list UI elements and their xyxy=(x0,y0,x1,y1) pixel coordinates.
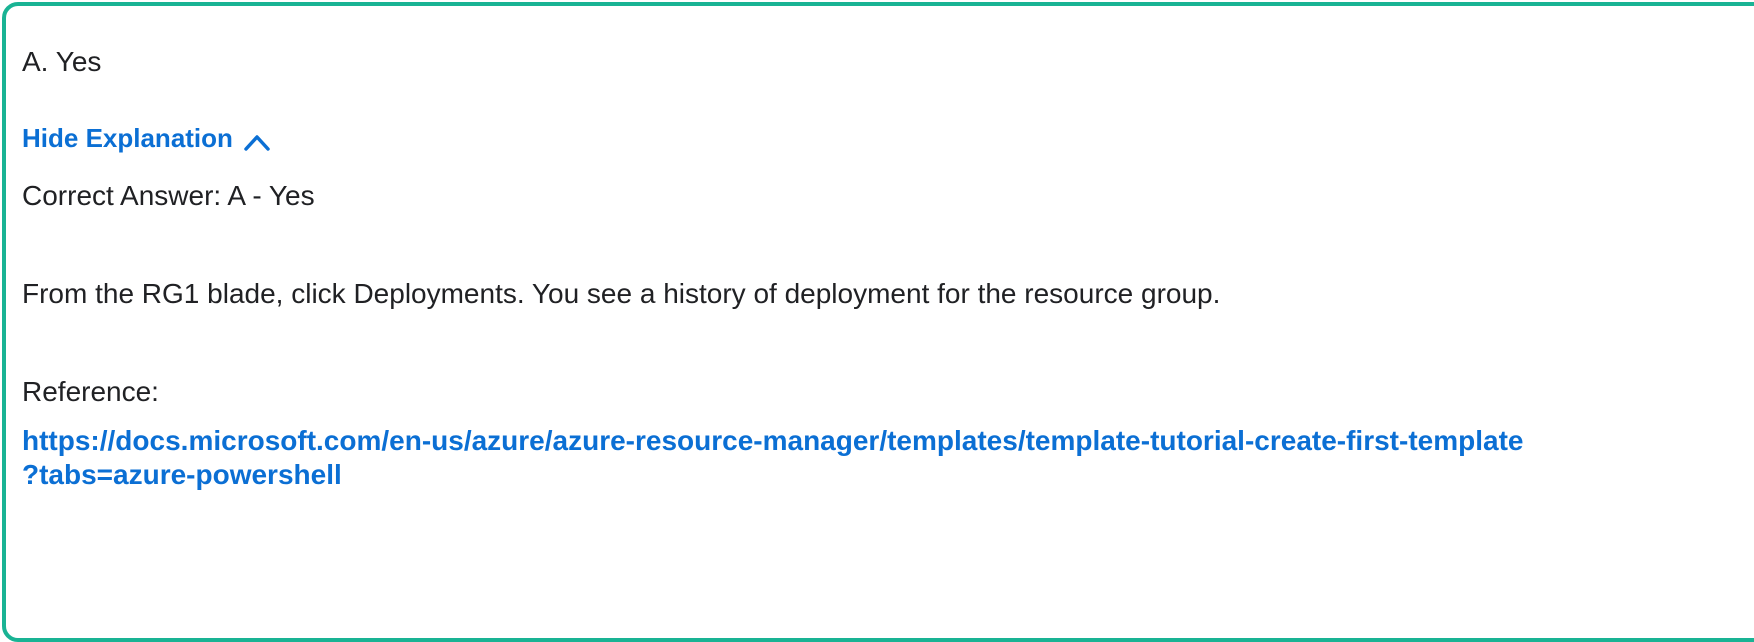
reference-label: Reference: xyxy=(22,376,159,407)
toggle-label: Hide Explanation xyxy=(22,123,233,153)
chevron-up-icon xyxy=(243,128,271,151)
selected-option: A. Yes xyxy=(22,46,102,77)
reference-link[interactable]: https://docs.microsoft.com/en-us/azure/a… xyxy=(22,424,1523,458)
hide-explanation-toggle[interactable]: Hide Explanation xyxy=(22,123,271,153)
answer-card xyxy=(2,2,1754,642)
reference-link-continued[interactable]: ?tabs=azure-powershell xyxy=(22,458,342,492)
explanation-text: From the RG1 blade, click Deployments. Y… xyxy=(22,278,1221,309)
correct-answer: Correct Answer: A - Yes xyxy=(22,180,315,211)
